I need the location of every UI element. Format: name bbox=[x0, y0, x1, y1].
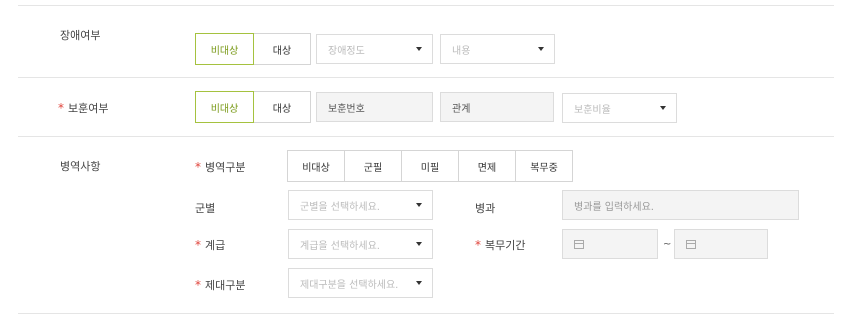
divider bbox=[18, 313, 834, 314]
military-discharge-select[interactable]: 제대구분을 선택하세요. bbox=[288, 268, 433, 298]
military-status-option-serving[interactable]: 복무중 bbox=[515, 150, 573, 182]
military-branch-placeholder: 군별을 선택하세요. bbox=[300, 201, 380, 213]
disability-toggle: 비대상 대상 bbox=[195, 33, 311, 65]
military-rank-select[interactable]: 계급을 선택하세요. bbox=[288, 229, 433, 259]
required-mark: * bbox=[58, 101, 64, 115]
military-status-option-non-target[interactable]: 비대상 bbox=[287, 150, 345, 182]
military-rank-label: * 계급 bbox=[195, 237, 225, 253]
veteran-number-input[interactable]: 보훈번호 bbox=[316, 92, 433, 122]
military-period-end-input[interactable] bbox=[674, 229, 768, 259]
chevron-down-icon bbox=[416, 281, 422, 285]
required-mark: * bbox=[475, 238, 481, 252]
military-specialty-input[interactable]: 병과를 입력하세요. bbox=[562, 190, 799, 220]
disability-content-select[interactable]: 내용 bbox=[440, 34, 555, 64]
military-period-label: * 복무기간 bbox=[475, 237, 525, 253]
period-separator: ~ bbox=[663, 239, 672, 250]
veteran-option-target[interactable]: 대상 bbox=[253, 91, 311, 123]
military-branch-select[interactable]: 군별을 선택하세요. bbox=[288, 190, 433, 220]
chevron-down-icon bbox=[538, 47, 544, 51]
military-status-option-served[interactable]: 군필 bbox=[344, 150, 402, 182]
military-specialty-placeholder: 병과를 입력하세요. bbox=[574, 201, 654, 213]
military-rank-placeholder: 계급을 선택하세요. bbox=[300, 240, 380, 252]
disability-content-placeholder: 내용 bbox=[452, 45, 471, 57]
military-status-option-not-served[interactable]: 미필 bbox=[401, 150, 459, 182]
veteran-ratio-placeholder: 보훈비율 bbox=[574, 104, 611, 116]
disability-option-target[interactable]: 대상 bbox=[253, 33, 311, 65]
military-specialty-label: 병과 bbox=[475, 202, 496, 215]
calendar-icon[interactable] bbox=[686, 239, 696, 249]
veteran-relation-input[interactable]: 관계 bbox=[440, 92, 554, 122]
disability-degree-placeholder: 장애정도 bbox=[328, 45, 365, 57]
chevron-down-icon bbox=[660, 106, 666, 110]
military-status-label: * 병역구분 bbox=[195, 159, 245, 175]
calendar-icon[interactable] bbox=[574, 239, 584, 249]
veteran-number-placeholder: 보훈번호 bbox=[328, 103, 365, 115]
required-mark: * bbox=[195, 278, 201, 292]
veteran-ratio-select[interactable]: 보훈비율 bbox=[562, 93, 677, 123]
disability-option-non-target[interactable]: 비대상 bbox=[195, 33, 254, 65]
divider bbox=[18, 136, 834, 137]
chevron-down-icon bbox=[416, 203, 422, 207]
military-branch-label: 군별 bbox=[195, 202, 216, 215]
disability-label: 장애여부 bbox=[60, 29, 101, 42]
required-mark: * bbox=[195, 160, 201, 174]
military-period-start-input[interactable] bbox=[562, 229, 658, 259]
military-status-option-exempt[interactable]: 면제 bbox=[458, 150, 516, 182]
disability-degree-select[interactable]: 장애정도 bbox=[316, 34, 433, 64]
military-status-toggle: 비대상 군필 미필 면제 복무중 bbox=[287, 150, 573, 182]
veteran-relation-placeholder: 관계 bbox=[452, 103, 471, 115]
chevron-down-icon bbox=[416, 47, 422, 51]
military-discharge-label-text: 제대구분 bbox=[205, 279, 246, 292]
divider bbox=[18, 77, 834, 78]
veteran-label-text: 보훈여부 bbox=[68, 102, 109, 115]
military-label: 병역사항 bbox=[60, 160, 101, 173]
chevron-down-icon bbox=[416, 242, 422, 246]
military-discharge-placeholder: 제대구분을 선택하세요. bbox=[300, 279, 399, 291]
military-period-label-text: 복무기간 bbox=[485, 239, 526, 252]
veteran-option-non-target[interactable]: 비대상 bbox=[195, 91, 254, 123]
military-discharge-label: * 제대구분 bbox=[195, 277, 245, 293]
military-rank-label-text: 계급 bbox=[205, 239, 226, 252]
veteran-toggle: 비대상 대상 bbox=[195, 91, 311, 123]
divider bbox=[18, 5, 834, 6]
military-status-label-text: 병역구분 bbox=[205, 161, 246, 174]
veteran-label: * 보훈여부 bbox=[58, 100, 108, 116]
required-mark: * bbox=[195, 238, 201, 252]
